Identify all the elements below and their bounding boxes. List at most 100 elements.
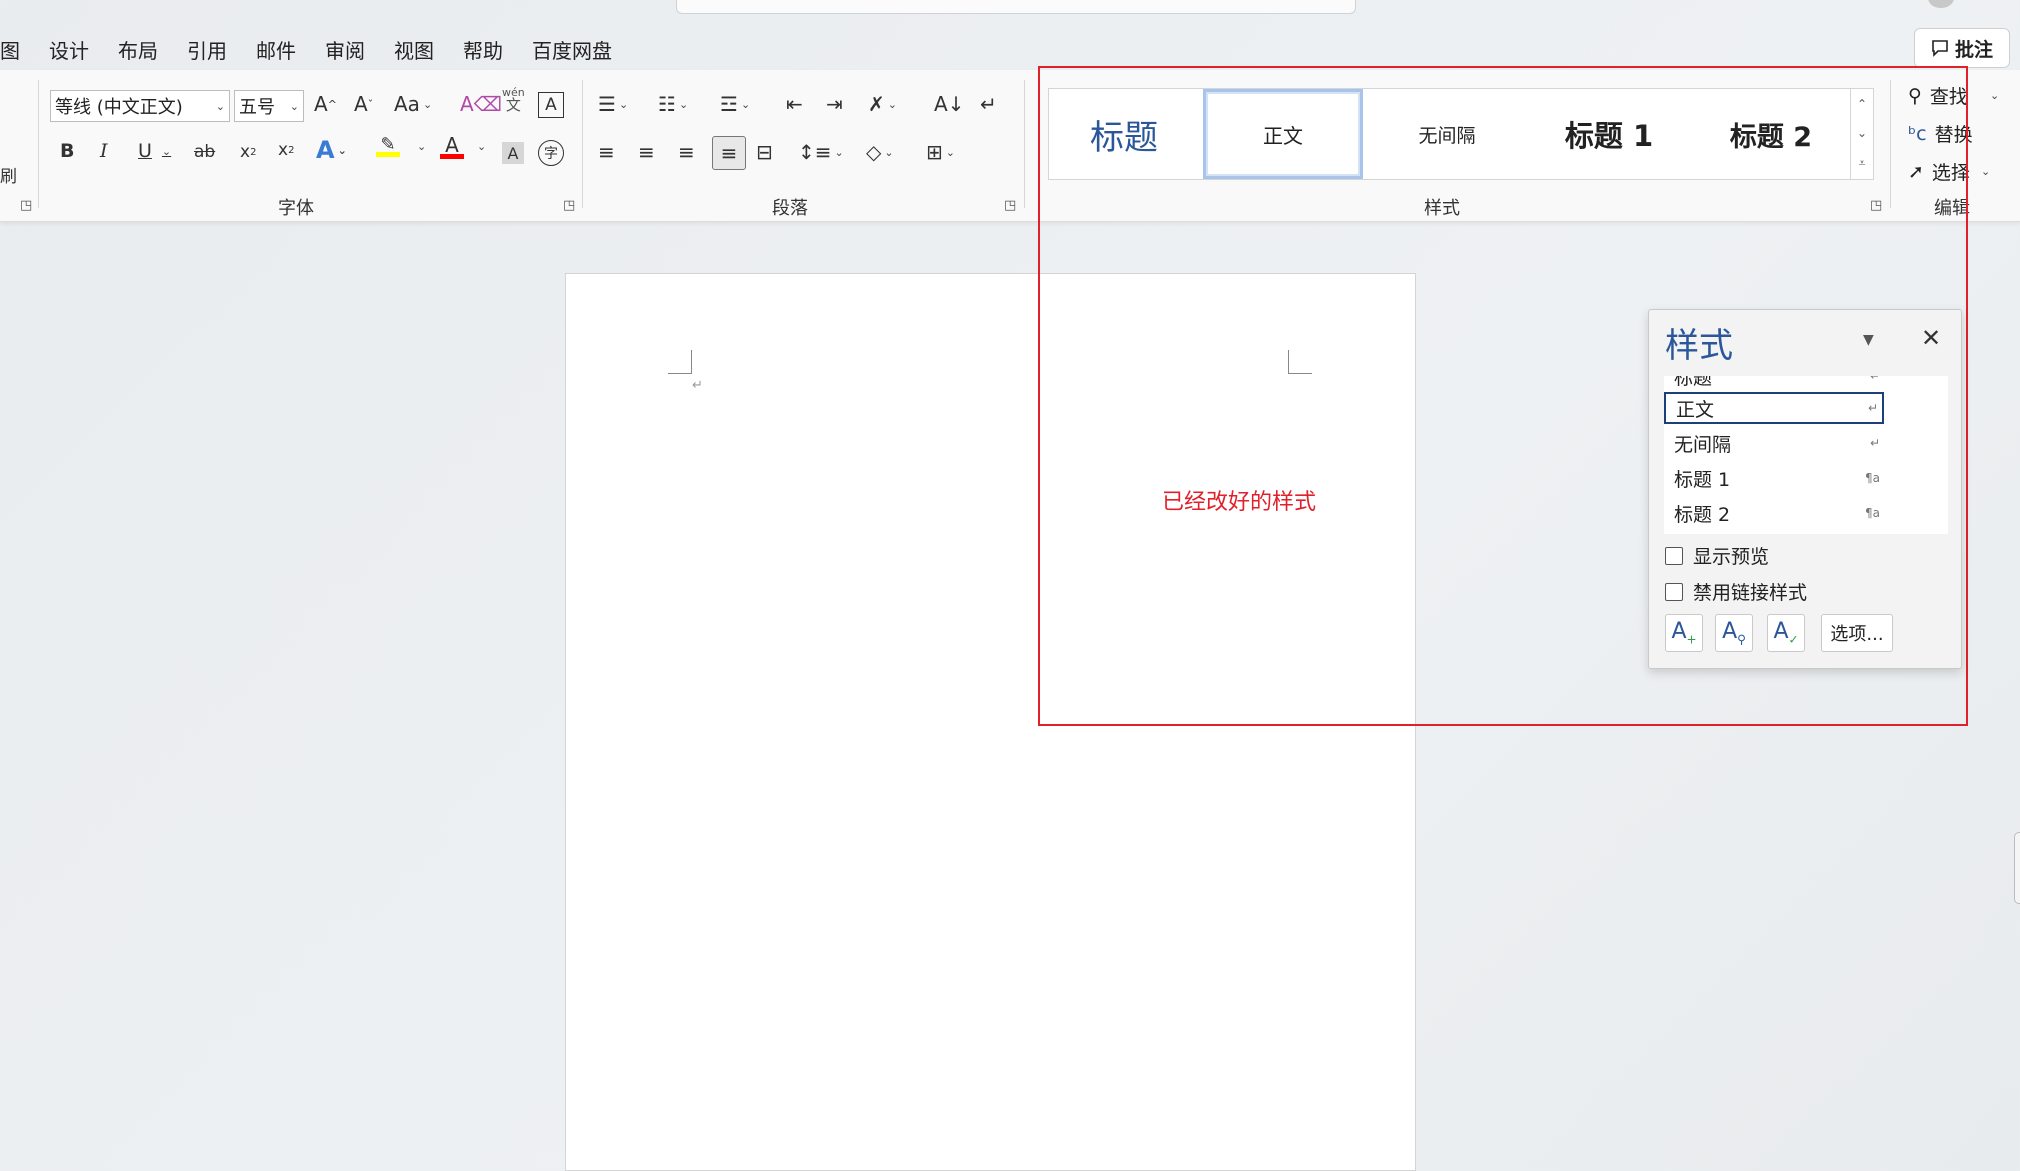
style-list-item[interactable]: 正文 ↵ [1664,392,1884,424]
menu-item-review[interactable]: 审阅 [325,35,365,64]
multilevel-list-icon[interactable]: ☲ ⌄ [720,92,750,116]
increase-indent-icon[interactable]: ⇥ [826,92,843,116]
close-icon[interactable]: ✕ [1921,324,1941,352]
font-dialog-launcher-icon[interactable]: ◳ [563,198,575,213]
borders-icon[interactable]: ⊞ ⌄ [926,140,955,164]
change-case-icon[interactable]: Aa ⌄ [394,92,432,116]
chevron-down-icon: ⌄ [1989,89,2000,102]
font-group-label: 字体 [278,198,314,219]
chevron-down-icon[interactable]: ⌄ [474,140,486,153]
shading-icon[interactable]: ◇ ⌄ [866,140,894,164]
character-shading-icon[interactable]: A [502,142,524,164]
paragraph-group-label: 段落 [772,198,808,219]
disable-linked-label: 禁用链接样式 [1693,582,1808,604]
style-name: 标题 1 [1674,468,1731,491]
font-size-select[interactable]: 五号 ⌄ [234,90,304,122]
strikethrough-icon[interactable]: ab [194,142,215,162]
text-effects-icon[interactable]: A ⌄ [316,136,347,164]
phonetic-char: 文 [505,96,521,114]
numbering-icon[interactable]: ☷ ⌄ [658,92,688,116]
superscript-icon[interactable]: x2 [278,140,294,160]
menu-item-view2[interactable]: 视图 [394,35,434,64]
font-name-select[interactable]: 等线 (中文正文) ⌄ [50,90,230,122]
styles-pane-title: 样式 [1665,326,1733,366]
format-painter-label[interactable]: 刷 [0,162,17,187]
new-style-button[interactable]: A+ [1665,614,1703,652]
annotation-text: 已经改好的样式 [1162,490,1317,515]
show-marks-icon[interactable]: ↵ [980,92,997,116]
search-box[interactable] [676,0,1356,14]
disable-linked-checkbox[interactable] [1665,582,1683,601]
menu-item-baidu[interactable]: 百度网盘 [532,35,612,64]
highlight-color-icon[interactable]: ✎ [376,136,400,157]
chevron-down-icon: ⌄ [1980,165,1991,178]
style-type-icon: ¶a [1865,506,1880,520]
scroll-handle[interactable] [2014,832,2020,904]
chinese-layout-icon[interactable]: ✗ ⌄ [868,92,897,116]
style-list-item[interactable]: 无间隔 ↵ [1664,427,1884,459]
avatar[interactable] [1928,0,1954,8]
style-name: 正文 [1676,398,1715,421]
margin-corner-mark [668,350,692,374]
menu-item-view[interactable]: 图 [0,35,20,64]
style-list-item[interactable]: 标题 1 ¶a [1664,462,1884,494]
line-spacing-icon[interactable]: ↕≡ ⌄ [798,140,844,164]
style-name: 标题 [1674,376,1713,389]
justify-icon[interactable]: ≡ [712,136,746,170]
bold-icon[interactable]: B [60,140,74,162]
clear-formatting-icon[interactable]: A⌫ [460,92,502,116]
chevron-down-icon: ⌄ [289,99,299,113]
menu-item-design[interactable]: 设计 [49,35,89,64]
clipboard-dialog-launcher-icon[interactable]: ◳ [20,198,32,213]
manage-styles-button[interactable]: A✓ [1767,614,1805,652]
comment-label: 批注 [1954,38,1993,61]
subscript-icon[interactable]: x2 [240,142,256,162]
menu-bar: 图 设计 布局 引用 邮件 审阅 视图 帮助 百度网盘 [0,30,641,68]
italic-icon[interactable]: I [100,140,108,162]
chevron-down-icon[interactable]: ⌄ [414,140,426,153]
style-type-icon: ↵ [1869,436,1880,450]
new-style-icon: A+ [1671,619,1697,647]
show-preview-checkbox[interactable] [1665,546,1683,565]
style-name: 标题 2 [1674,503,1731,526]
menu-item-mailings[interactable]: 邮件 [256,35,296,64]
divider [38,80,39,208]
menu-item-references[interactable]: 引用 [187,35,227,64]
menu-item-help[interactable]: 帮助 [463,35,503,64]
menu-item-layout[interactable]: 布局 [118,35,158,64]
phonetic-guide-icon[interactable]: wén 文 [502,86,525,114]
show-preview-option[interactable]: 显示预览 [1665,542,1769,569]
manage-styles-icon: A✓ [1773,619,1799,647]
paragraph-mark-icon: ↵ [692,378,703,393]
style-list-item[interactable]: 标题 2 ¶a [1664,497,1884,529]
distributed-icon[interactable]: ⊟ [756,140,773,164]
font-name-value: 等线 (中文正文) [55,97,183,118]
style-list-item[interactable]: 标题 ↵ [1664,376,1884,392]
sort-icon[interactable]: A↓ [934,92,964,116]
disable-linked-option[interactable]: 禁用链接样式 [1665,578,1807,605]
comment-icon [1932,40,1948,57]
bullets-icon[interactable]: ☰ ⌄ [598,92,628,116]
divider [582,80,583,208]
align-center-icon[interactable]: ≡ [638,140,655,164]
paragraph-dialog-launcher-icon[interactable]: ◳ [1004,198,1016,213]
align-right-icon[interactable]: ≡ [678,140,695,164]
shrink-font-icon[interactable]: Aˇ [354,92,373,116]
style-type-icon: ↵ [1869,376,1880,383]
divider [1024,80,1025,208]
options-button[interactable]: 选项... [1821,614,1893,652]
font-size-value: 五号 [239,97,275,118]
enclose-characters-icon[interactable]: 字 [538,140,564,166]
caret-down-icon[interactable]: ▼ [1863,332,1874,348]
font-color-icon[interactable]: A [440,135,464,159]
decrease-indent-icon[interactable]: ⇤ [786,92,803,116]
comment-button[interactable]: 批注 [1914,28,2010,68]
style-inspector-icon: A⚲ [1722,619,1746,647]
style-type-icon: ↵ [1867,401,1878,415]
character-border-icon[interactable]: A [538,92,564,118]
underline-icon[interactable]: U ⌄ [138,140,171,162]
grow-font-icon[interactable]: A ^ [314,92,337,116]
style-inspector-button[interactable]: A⚲ [1715,614,1753,652]
show-preview-label: 显示预览 [1693,546,1770,568]
align-left-icon[interactable]: ≡ [598,140,615,164]
